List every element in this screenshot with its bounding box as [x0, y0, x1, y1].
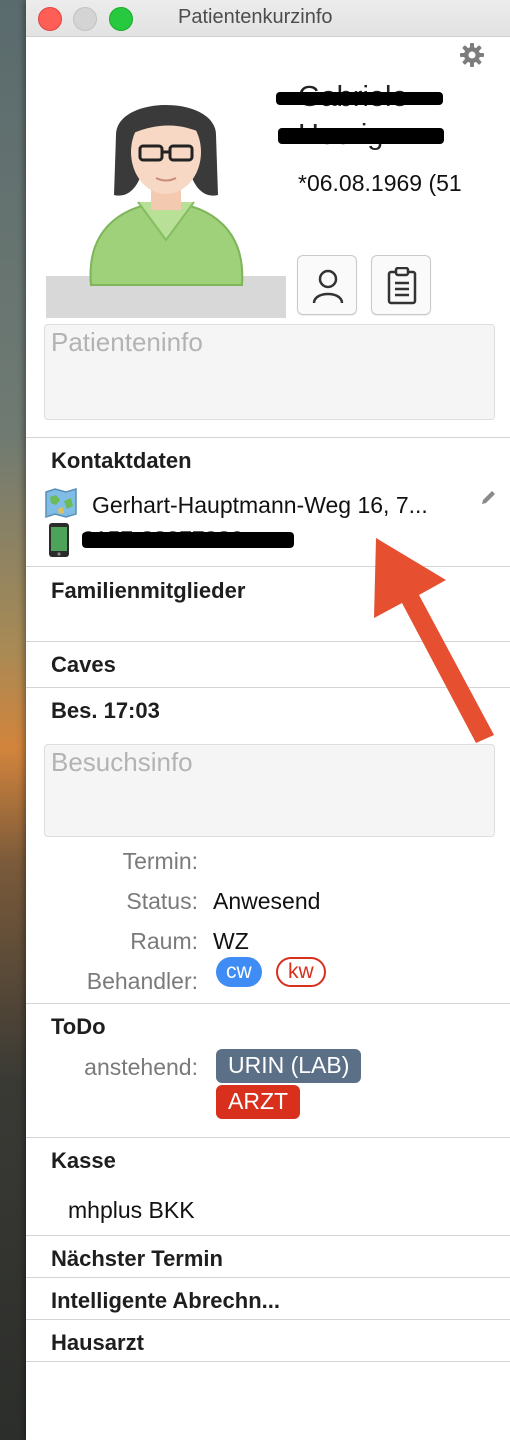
section-visit[interactable]: Bes. 17:03 — [51, 698, 160, 724]
practitioner-badge[interactable]: cw — [216, 957, 262, 987]
room-value: WZ — [213, 928, 249, 954]
title-bar[interactable]: Patientenkurzinfo — [26, 0, 510, 37]
edit-pencil-icon[interactable] — [480, 488, 498, 506]
window-title: Patientenkurzinfo — [178, 6, 333, 28]
map-icon — [45, 487, 77, 519]
name-redaction — [276, 92, 443, 105]
status-label: Status: — [126, 888, 198, 914]
appointment-label: Termin: — [122, 848, 198, 874]
divider — [26, 1361, 510, 1362]
visit-info-placeholder: Besuchsinfo — [51, 747, 193, 777]
section-gp[interactable]: Hausarzt — [51, 1330, 144, 1356]
clipboard-button[interactable] — [371, 255, 431, 315]
section-contact[interactable]: Kontaktdaten — [51, 448, 192, 474]
divider — [26, 1319, 510, 1320]
todo-tag[interactable]: ARZT — [216, 1085, 301, 1119]
section-next-appointment[interactable]: Nächster Termin — [51, 1246, 223, 1272]
address[interactable]: Gerhart-Hauptmann-Weg 16, 7... — [92, 492, 428, 519]
divider — [26, 1277, 510, 1278]
visit-info-field[interactable]: Besuchsinfo — [44, 744, 495, 837]
section-insurance[interactable]: Kasse — [51, 1148, 116, 1174]
patient-info-window: Patientenkurzinfo Gabriele Hoerig — [26, 0, 510, 1440]
todo-pending-label: anstehend: — [84, 1054, 198, 1080]
room-label: Raum: — [130, 928, 198, 954]
practitioner-label: Behandler: — [86, 968, 198, 994]
birth-date: *06.08.1969 (51 — [298, 170, 462, 196]
section-todo[interactable]: ToDo — [51, 1014, 106, 1040]
phone-icon — [49, 523, 69, 557]
practitioner-badge[interactable]: kw — [276, 957, 326, 987]
person-button[interactable] — [297, 255, 357, 315]
status-value: Anwesend — [213, 888, 321, 914]
section-billing[interactable]: Intelligente Abrechn... — [51, 1288, 280, 1314]
clipboard-icon — [387, 267, 417, 305]
annotation-arrow — [374, 538, 494, 743]
close-button[interactable] — [38, 7, 62, 31]
section-family[interactable]: Familienmitglieder — [51, 578, 245, 604]
divider — [26, 1003, 510, 1004]
section-caves[interactable]: Caves — [51, 652, 116, 678]
todo-tag[interactable]: URIN (LAB) — [216, 1049, 362, 1083]
name-redaction — [278, 128, 444, 144]
patient-info-field[interactable]: Patienteninfo — [44, 324, 495, 420]
divider — [26, 1137, 510, 1138]
divider — [26, 1235, 510, 1236]
minimize-button[interactable] — [73, 7, 97, 31]
person-icon — [312, 269, 344, 304]
avatar[interactable] — [46, 80, 286, 318]
divider — [26, 437, 510, 438]
zoom-button[interactable] — [109, 7, 133, 31]
gear-icon[interactable] — [459, 42, 485, 68]
insurance-name: mhplus BKK — [68, 1197, 195, 1223]
patient-info-placeholder: Patienteninfo — [51, 327, 203, 357]
phone-redaction — [82, 532, 294, 548]
